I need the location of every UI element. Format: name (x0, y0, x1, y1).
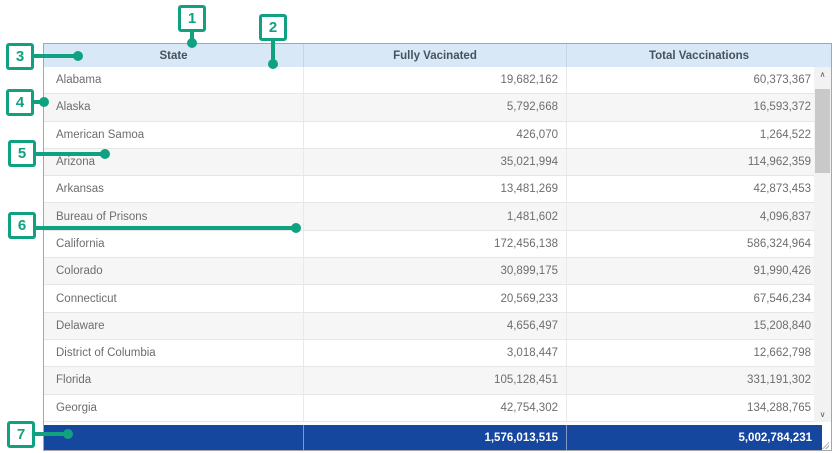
total-vaccinations-cell: 60,373,367 (566, 67, 831, 93)
table-row[interactable]: District of Columbia 3,018,447 12,662,79… (44, 340, 831, 367)
totals-state-cell (44, 425, 303, 450)
table-row[interactable]: Arizona 35,021,994 114,962,359 (44, 149, 831, 176)
annotation-connector-6 (34, 226, 296, 230)
state-cell: Alaska (44, 94, 303, 120)
total-vaccinations-cell: 15,208,840 (566, 313, 831, 339)
total-vaccinations-cell: 12,662,798 (566, 340, 831, 366)
annotation-marker-5: 5 (8, 140, 36, 167)
fully-vacinated-cell: 19,682,162 (303, 67, 566, 93)
state-cell: Florida (44, 367, 303, 393)
fully-vacinated-cell: 4,656,497 (303, 313, 566, 339)
totals-row: 1,576,013,515 5,002,784,231 (44, 425, 822, 450)
fully-vacinated-cell: 1,481,602 (303, 203, 566, 229)
annotation-dot-2 (268, 59, 278, 69)
table-row[interactable]: American Samoa 426,070 1,264,522 (44, 122, 831, 149)
annotation-label: 3 (16, 48, 24, 65)
annotation-label: 2 (269, 19, 277, 36)
attribute-table: State Fully Vacinated Total Vaccinations… (43, 43, 832, 451)
annotation-label: 7 (17, 426, 25, 443)
fully-vacinated-cell: 105,128,451 (303, 367, 566, 393)
column-header-fully-vacinated[interactable]: Fully Vacinated (303, 44, 566, 67)
annotation-connector-3 (32, 54, 78, 58)
annotation-dot-4 (39, 97, 49, 107)
total-vaccinations-cell: 42,873,453 (566, 176, 831, 202)
table-row[interactable]: Alaska 5,792,668 16,593,372 (44, 94, 831, 121)
annotation-dot-3 (73, 51, 83, 61)
annotated-screenshot: State Fully Vacinated Total Vaccinations… (0, 0, 833, 453)
table-row[interactable]: Delaware 4,656,497 15,208,840 (44, 313, 831, 340)
fully-vacinated-cell: 426,070 (303, 122, 566, 148)
total-vaccinations-cell: 67,546,234 (566, 285, 831, 311)
table-header-row: State Fully Vacinated Total Vaccinations (44, 44, 831, 67)
total-vaccinations-cell: 114,962,359 (566, 149, 831, 175)
table-body: Alabama 19,682,162 60,373,367 Alaska 5,7… (44, 67, 831, 422)
annotation-marker-3: 3 (6, 43, 34, 70)
total-vaccinations-cell: 4,096,837 (566, 203, 831, 229)
total-vaccinations-cell: 586,324,964 (566, 231, 831, 257)
table-row[interactable]: Arkansas 13,481,269 42,873,453 (44, 176, 831, 203)
vertical-scrollbar[interactable]: ∧ ∨ (814, 67, 831, 422)
annotation-label: 6 (18, 217, 26, 234)
annotation-label: 1 (188, 10, 196, 27)
fully-vacinated-cell: 30,899,175 (303, 258, 566, 284)
fully-vacinated-cell: 172,456,138 (303, 231, 566, 257)
column-header-total-vaccinations[interactable]: Total Vaccinations (566, 44, 831, 67)
annotation-marker-1: 1 (178, 5, 206, 32)
fully-vacinated-cell: 35,021,994 (303, 149, 566, 175)
total-vaccinations-cell: 331,191,302 (566, 367, 831, 393)
state-cell: District of Columbia (44, 340, 303, 366)
total-vaccinations-cell: 16,593,372 (566, 94, 831, 120)
table-row[interactable]: Colorado 30,899,175 91,990,426 (44, 258, 831, 285)
scrollbar-thumb[interactable] (815, 89, 830, 173)
annotation-connector-5 (34, 152, 105, 156)
total-vaccinations-cell: 1,264,522 (566, 122, 831, 148)
annotation-label: 5 (18, 145, 26, 162)
resize-grip-icon (821, 441, 829, 449)
state-cell: Alabama (44, 67, 303, 93)
table-row[interactable]: Alabama 19,682,162 60,373,367 (44, 67, 831, 94)
state-cell: Georgia (44, 395, 303, 421)
fully-vacinated-cell: 13,481,269 (303, 176, 566, 202)
total-vaccinations-cell: 91,990,426 (566, 258, 831, 284)
total-vaccinations-cell: 134,288,765 (566, 395, 831, 421)
totals-total-vaccinations: 5,002,784,231 (566, 425, 822, 450)
annotation-marker-4: 4 (6, 89, 34, 116)
scroll-up-icon[interactable]: ∧ (814, 67, 831, 82)
scroll-down-icon[interactable]: ∨ (814, 407, 831, 422)
table-row[interactable]: California 172,456,138 586,324,964 (44, 231, 831, 258)
annotation-marker-6: 6 (8, 212, 36, 239)
annotation-marker-2: 2 (259, 14, 287, 41)
fully-vacinated-cell: 20,569,233 (303, 285, 566, 311)
table-row[interactable]: Georgia 42,754,302 134,288,765 (44, 395, 831, 422)
state-cell: Colorado (44, 258, 303, 284)
table-row[interactable]: Connecticut 20,569,233 67,546,234 (44, 285, 831, 312)
state-cell: Delaware (44, 313, 303, 339)
annotation-dot-6 (291, 223, 301, 233)
annotation-marker-7: 7 (7, 421, 35, 448)
fully-vacinated-cell: 42,754,302 (303, 395, 566, 421)
fully-vacinated-cell: 3,018,447 (303, 340, 566, 366)
annotation-label: 4 (16, 94, 24, 111)
state-cell: Connecticut (44, 285, 303, 311)
annotation-dot-1 (187, 38, 197, 48)
table-row[interactable]: Florida 105,128,451 331,191,302 (44, 367, 831, 394)
state-cell: American Samoa (44, 122, 303, 148)
annotation-dot-7 (63, 429, 73, 439)
fully-vacinated-cell: 5,792,668 (303, 94, 566, 120)
state-cell: California (44, 231, 303, 257)
state-cell: Arkansas (44, 176, 303, 202)
annotation-dot-5 (100, 149, 110, 159)
totals-fully-vacinated: 1,576,013,515 (303, 425, 566, 450)
